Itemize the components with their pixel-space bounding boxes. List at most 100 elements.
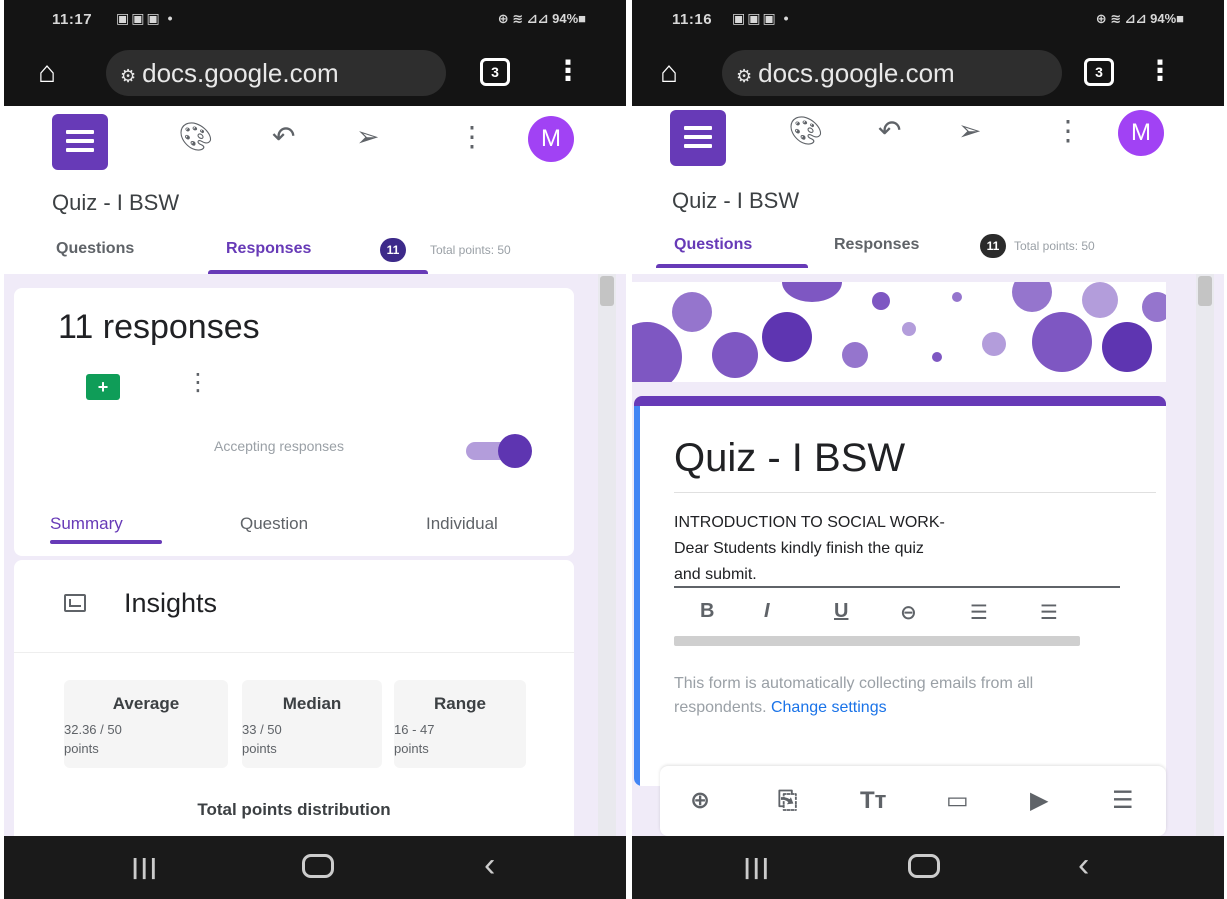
stat-number: 16 - 47 <box>394 722 435 737</box>
undo-icon[interactable]: ↶ <box>878 114 901 148</box>
status-bar: 11:17 ▣▣▣ • ⊕ ≋ ⊿⊿ 94%■ <box>4 0 626 40</box>
italic-button[interactable]: I <box>764 600 770 623</box>
more-options-icon[interactable]: ⋮ <box>186 368 210 397</box>
divider <box>14 652 574 653</box>
stat-label: Average <box>112 694 180 713</box>
responses-count: 11 responses <box>58 308 260 346</box>
home-nav-icon[interactable] <box>302 854 334 878</box>
stat-value: 16 - 47 points <box>394 720 526 758</box>
stat-number: 32.36 / 50 <box>64 722 122 737</box>
tab-responses[interactable]: Responses <box>834 236 919 254</box>
responses-summary-card: 11 responses + ⋮ Accepting responses Sum… <box>14 288 574 556</box>
home-icon[interactable]: ⌂ <box>660 56 678 90</box>
url-text: docs.google.com <box>142 58 339 88</box>
stat-median: Median 33 / 50 points <box>242 680 382 768</box>
browser-menu-icon[interactable]: ⋮ <box>554 54 582 88</box>
notification-icons: ▣▣▣ • <box>116 10 175 26</box>
total-points-label: Total points: 50 <box>1014 239 1095 253</box>
bulleted-list-icon[interactable]: ☰ <box>1040 600 1058 625</box>
status-bar: 11:16 ▣▣▣ • ⊕ ≋ ⊿⊿ 94%■ <box>632 0 1224 40</box>
add-question-icon[interactable]: ⊕ <box>690 786 710 816</box>
forms-app-bar: 🎨︎ ↶ ➢ ⋮ M Quiz - I BSW Questions Respon… <box>632 106 1224 274</box>
numbered-list-icon[interactable]: ☰ <box>970 600 988 625</box>
back-icon[interactable]: ‹ <box>484 846 495 885</box>
stat-value: 32.36 / 50 points <box>64 720 228 758</box>
scrollbar[interactable] <box>598 274 616 836</box>
status-time: 11:16 <box>672 11 713 28</box>
description-line: INTRODUCTION TO SOCIAL WORK- <box>674 514 945 531</box>
send-icon[interactable]: ➢ <box>958 114 981 148</box>
browser-url-bar: ⌂ ⚙ docs.google.com 3 ⋮ <box>4 40 626 106</box>
more-options-icon[interactable]: ⋮ <box>1054 114 1082 148</box>
more-options-icon[interactable]: ⋮ <box>458 120 486 154</box>
google-forms-logo-icon[interactable] <box>670 110 726 166</box>
palette-icon[interactable]: 🎨︎ <box>788 114 824 148</box>
system-status-icons: ⊕ ≋ ⊿⊿ 94%■ <box>1095 11 1184 26</box>
stat-label: Range <box>434 694 486 713</box>
avatar[interactable]: M <box>1118 110 1164 156</box>
home-nav-icon[interactable] <box>908 854 940 878</box>
form-description-field[interactable]: INTRODUCTION TO SOCIAL WORK- Dear Studen… <box>674 510 1094 588</box>
system-status-icons: ⊕ ≋ ⊿⊿ 94%■ <box>497 11 586 26</box>
stat-unit: points <box>394 741 429 756</box>
google-forms-logo-icon[interactable] <box>52 114 108 170</box>
tab-question[interactable]: Question <box>240 514 308 534</box>
scroll-thumb[interactable] <box>1198 276 1212 306</box>
tab-switcher-button[interactable]: 3 <box>1084 58 1114 86</box>
home-icon[interactable]: ⌂ <box>38 56 56 90</box>
stat-number: 33 / 50 <box>242 722 282 737</box>
response-count-badge: 11 <box>980 234 1006 258</box>
active-tab-indicator <box>656 264 808 268</box>
tab-questions[interactable]: Questions <box>56 240 134 258</box>
email-collection-notice: This form is automatically collecting em… <box>674 672 1114 720</box>
bold-button[interactable]: B <box>700 600 714 623</box>
settings-tune-icon[interactable]: ⚙ <box>120 66 136 86</box>
scrollbar[interactable] <box>1196 274 1214 836</box>
stat-label: Median <box>282 694 342 713</box>
notification-icons: ▣▣▣ • <box>732 10 791 26</box>
send-icon[interactable]: ➢ <box>356 120 379 154</box>
add-image-icon[interactable]: ▭ <box>946 786 969 816</box>
avatar[interactable]: M <box>528 116 574 162</box>
import-questions-icon[interactable]: ⎘ <box>778 786 797 816</box>
insights-title: Insights <box>124 588 218 618</box>
stat-value: 33 / 50 points <box>242 720 382 758</box>
underline-button[interactable]: U <box>834 600 848 623</box>
add-video-icon[interactable]: ▶ <box>1030 786 1048 816</box>
form-title-field[interactable]: Quiz - I BSW <box>674 436 905 481</box>
undo-icon[interactable]: ↶ <box>272 120 295 154</box>
address-bar[interactable]: ⚙ docs.google.com <box>106 50 446 96</box>
android-nav-bar: ||| ‹ <box>632 836 1224 899</box>
stat-average: Average 32.36 / 50 points <box>64 680 228 768</box>
distribution-title: Total points distribution <box>197 800 391 819</box>
tab-switcher-button[interactable]: 3 <box>480 58 510 86</box>
tab-individual[interactable]: Individual <box>426 514 498 534</box>
back-icon[interactable]: ‹ <box>1078 846 1089 885</box>
summary-tab-indicator <box>50 540 162 544</box>
address-bar[interactable]: ⚙ docs.google.com <box>722 50 1062 96</box>
focus-indicator <box>634 406 640 786</box>
sheets-icon[interactable]: + <box>86 374 120 400</box>
browser-url-bar: ⌂ ⚙ docs.google.com 3 ⋮ <box>632 40 1224 106</box>
add-title-icon[interactable]: Tт <box>860 786 886 816</box>
add-section-icon[interactable]: ☰ <box>1112 786 1134 816</box>
scroll-thumb[interactable] <box>600 276 614 306</box>
description-line: and submit. <box>674 566 757 583</box>
left-phone-screen: 11:17 ▣▣▣ • ⊕ ≋ ⊿⊿ 94%■ ⌂ ⚙ docs.google.c… <box>4 0 626 899</box>
tab-questions[interactable]: Questions <box>674 236 752 254</box>
settings-tune-icon[interactable]: ⚙ <box>736 66 752 86</box>
add-item-toolbar: ⊕ ⎘ Tт ▭ ▶ ☰ <box>660 766 1166 836</box>
change-settings-link[interactable]: Change settings <box>771 699 887 716</box>
stat-unit: points <box>242 741 277 756</box>
form-title: Quiz - I BSW <box>672 188 800 213</box>
form-header-card: Quiz - I BSW INTRODUCTION TO SOCIAL WORK… <box>634 396 1166 786</box>
tab-responses[interactable]: Responses <box>226 240 311 258</box>
tab-summary[interactable]: Summary <box>50 514 123 534</box>
right-phone-screen: 11:16 ▣▣▣ • ⊕ ≋ ⊿⊿ 94%■ ⌂ ⚙ docs.google.c… <box>632 0 1224 899</box>
toggle-knob[interactable] <box>498 434 532 468</box>
link-icon[interactable]: ⊖ <box>900 600 917 625</box>
palette-icon[interactable]: 🎨︎ <box>178 120 214 154</box>
recents-icon[interactable]: ||| <box>132 854 159 880</box>
recents-icon[interactable]: ||| <box>744 854 771 880</box>
browser-menu-icon[interactable]: ⋮ <box>1146 54 1174 88</box>
